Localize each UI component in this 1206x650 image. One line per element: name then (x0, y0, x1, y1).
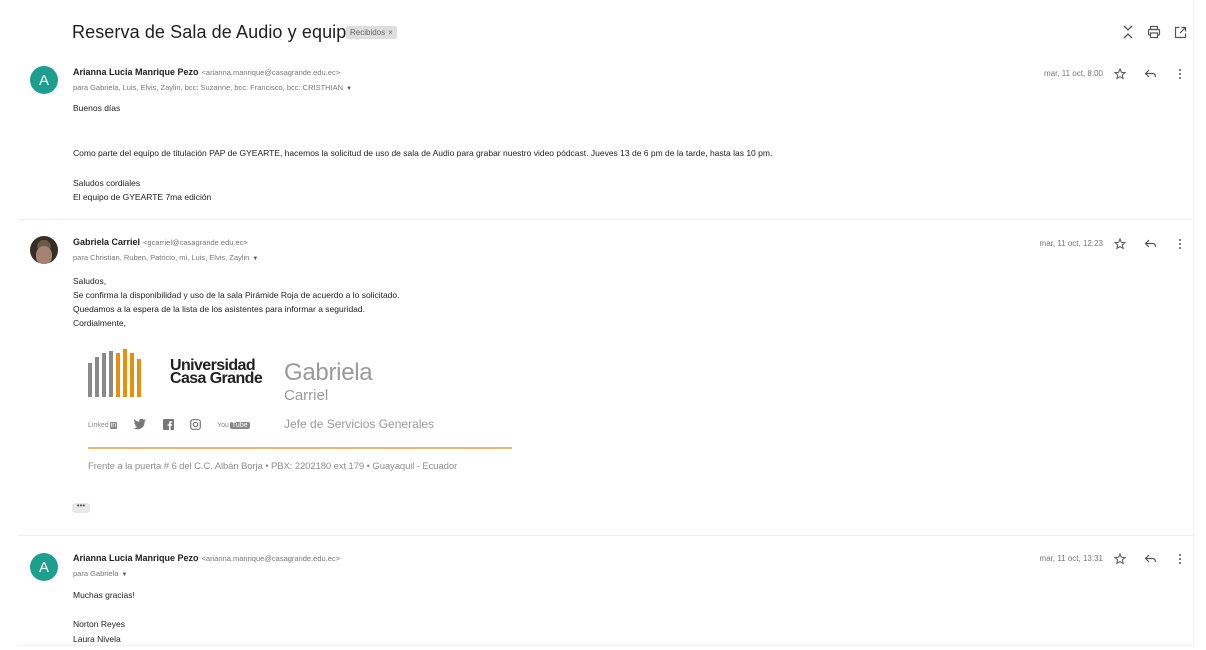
body-line: Norton Reyes (73, 619, 125, 629)
twitter-icon[interactable] (133, 418, 147, 432)
linkedin-icon[interactable]: Linked in (88, 421, 118, 429)
show-trimmed-content-button[interactable]: ••• (72, 502, 90, 513)
star-icon[interactable] (1112, 66, 1128, 82)
university-logo-icon (88, 349, 141, 397)
body-line: Se confirma la disponibilidad y uso de l… (73, 290, 400, 300)
body-line: Muchas gracias! (73, 590, 135, 600)
signature-address: Frente a la puerta # 6 del C.C. Albán Bo… (88, 461, 458, 472)
body-line: Como parte del equipo de titulación PAP … (73, 148, 773, 158)
email-thread-view: Reserva de Sala de Audio y equipos Recib… (18, 0, 1194, 646)
facebook-icon[interactable] (163, 418, 175, 432)
signature-role: Jefe de Servicios Generales (284, 417, 435, 431)
print-icon[interactable] (1146, 24, 1162, 40)
recipients[interactable]: para Christian, Ruben, Patricio, mi, Lui… (73, 253, 258, 262)
thread-toolbar (1120, 24, 1188, 40)
body-line: Saludos cordiales (73, 178, 141, 188)
star-icon[interactable] (1112, 236, 1128, 252)
message-date: mar, 11 oct, 8:00 (1044, 69, 1103, 78)
remove-label-button[interactable]: × (388, 28, 393, 37)
message-actions (1098, 236, 1188, 252)
sender-name: Arianna Lucia Manrique Pezo (73, 67, 199, 77)
message-divider (18, 535, 1193, 536)
recipients[interactable]: para Gabriela, Luis, Elvis, Zaylin, bcc:… (73, 83, 352, 92)
more-options-icon[interactable] (1172, 551, 1188, 567)
body-line: El equipo de GYEARTE 7ma edición (73, 192, 212, 202)
avatar[interactable]: A (30, 553, 58, 581)
recipients-text: para Christian, Ruben, Patricio, mi, Lui… (73, 253, 250, 262)
body-line: Cordialmente, (73, 318, 126, 328)
avatar-photo (36, 246, 52, 264)
body-line: Quedamos a la espera de la lista de los … (73, 304, 365, 314)
sender[interactable]: Arianna Lucia Manrique Pezo <arianna.manr… (73, 67, 340, 77)
sender-email: <gcarriel@casagrande.edu.ec> (143, 238, 248, 247)
instagram-icon[interactable] (190, 418, 201, 432)
recipients[interactable]: para Gabriela ▼ (73, 569, 127, 578)
open-in-new-window-icon[interactable] (1172, 24, 1188, 40)
reply-icon[interactable] (1142, 66, 1158, 82)
thread-header: Reserva de Sala de Audio y equipos Recib… (18, 0, 1193, 62)
body-line: Buenos días (73, 103, 121, 113)
collapse-all-icon[interactable] (1120, 24, 1136, 40)
org-line-2: Casa Grande (170, 370, 263, 387)
sender-email: <arianna.manrique@casagrande.edu.ec> (201, 554, 341, 563)
sender[interactable]: Arianna Lucia Manrique Pezo <arianna.manr… (73, 553, 340, 563)
label-text: Recibidos (350, 28, 386, 37)
message-actions (1098, 551, 1188, 567)
social-links: Linked in You Tube (88, 418, 250, 432)
message-divider (18, 219, 1193, 220)
more-options-icon[interactable] (1172, 236, 1188, 252)
message-3[interactable]: A Arianna Lucia Manrique Pezo <arianna.ma… (18, 540, 1193, 645)
chevron-down-icon[interactable]: ▼ (252, 256, 258, 262)
message-1[interactable]: A Arianna Lucia Manrique Pezo <arianna.ma… (18, 62, 1193, 218)
signature-last-name: Carriel (284, 387, 329, 404)
more-options-icon[interactable] (1172, 66, 1188, 82)
inbox-label-chip[interactable]: Recibidos × (346, 26, 397, 39)
star-icon[interactable] (1112, 551, 1128, 567)
chevron-down-icon[interactable]: ▼ (121, 572, 127, 578)
sender-name: Gabriela Carriel (73, 237, 141, 247)
recipients-text: para Gabriela (73, 569, 119, 578)
university-wordmark: Universidad Casa Grande (170, 358, 263, 387)
reply-icon[interactable] (1142, 551, 1158, 567)
message-actions (1098, 66, 1188, 82)
sender-email: <arianna.manrique@casagrande.edu.ec> (201, 68, 341, 77)
youtube-icon[interactable]: You Tube (217, 421, 250, 429)
sender[interactable]: Gabriela Carriel <gcarriel@casagrande.edu… (73, 237, 248, 247)
thread-subject: Reserva de Sala de Audio y equipos (72, 22, 366, 42)
sender-name: Arianna Lucia Manrique Pezo (73, 553, 199, 563)
chevron-down-icon[interactable]: ▼ (346, 86, 352, 92)
signature-first-name: Gabriela (284, 359, 373, 386)
body-line: Saludos, (73, 276, 107, 286)
signature-divider (88, 447, 512, 449)
reply-icon[interactable] (1142, 236, 1158, 252)
body-line: Laura Nivela (73, 634, 121, 644)
message-date: mar, 11 oct, 12:23 (1039, 239, 1103, 248)
recipients-text: para Gabriela, Luis, Elvis, Zaylin, bcc:… (73, 83, 344, 92)
avatar[interactable] (30, 236, 58, 264)
avatar[interactable]: A (30, 66, 58, 94)
email-signature: Universidad Casa Grande Gabriela Carriel… (88, 345, 528, 480)
message-date: mar, 11 oct, 13:31 (1039, 554, 1103, 563)
